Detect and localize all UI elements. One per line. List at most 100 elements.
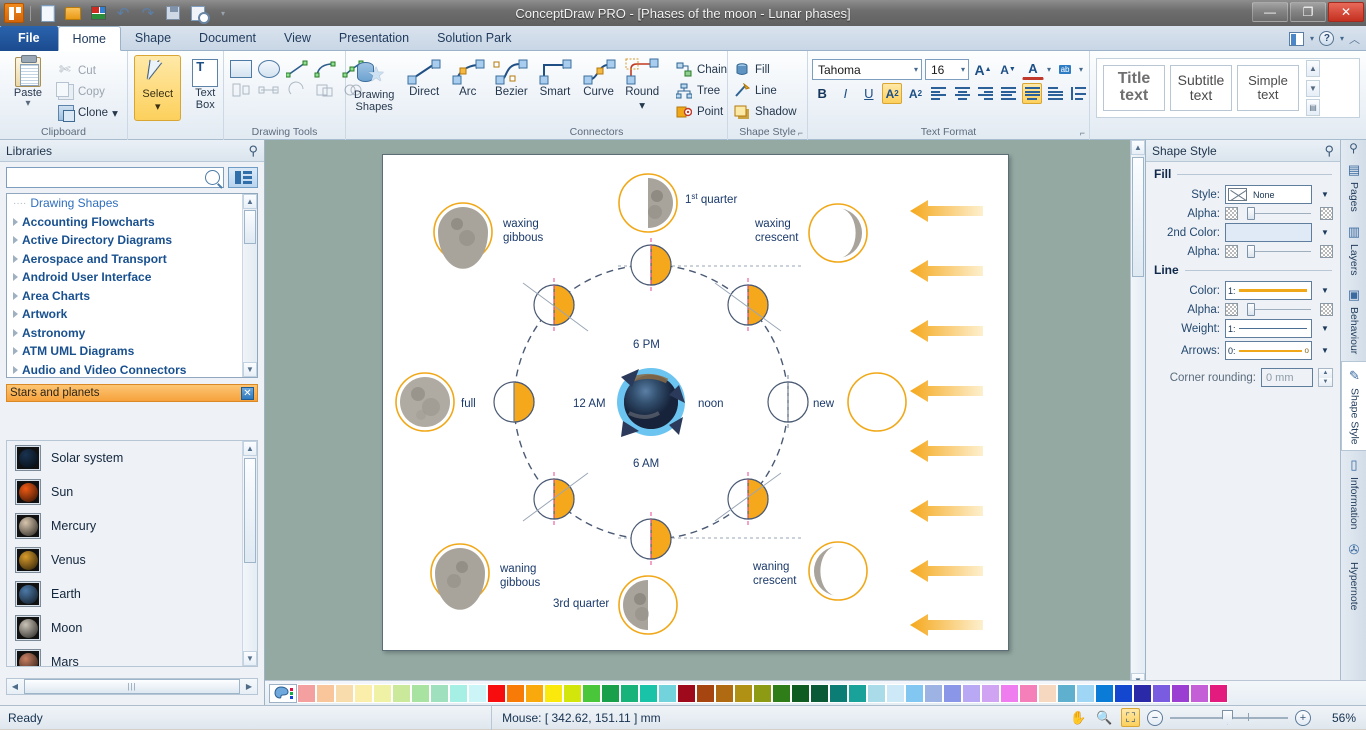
open-folder-icon[interactable]: [62, 3, 84, 23]
color-swatch[interactable]: [601, 684, 620, 703]
zoom-out-button[interactable]: −: [1147, 710, 1163, 726]
color-swatch[interactable]: [639, 684, 658, 703]
ribbon-tabs[interactable]: File Home Shape Document View Presentati…: [0, 26, 1366, 51]
library-tree-item[interactable]: Aerospace and Transport: [7, 250, 257, 269]
minimize-button[interactable]: —: [1252, 2, 1288, 22]
chevron-down-icon[interactable]: ▼: [1317, 281, 1333, 300]
style-simple-text[interactable]: Simple text: [1237, 65, 1299, 111]
close-icon[interactable]: ✕: [241, 387, 254, 400]
color-swatch[interactable]: [1209, 684, 1228, 703]
vertical-tab-layers[interactable]: ▥Layers: [1341, 218, 1366, 282]
connector-arc-button[interactable]: Arc: [446, 54, 490, 98]
vertical-tab-information[interactable]: ▯Information: [1341, 451, 1366, 536]
color-swatch[interactable]: [962, 684, 981, 703]
line-button[interactable]: Line: [734, 80, 807, 101]
color-swatch[interactable]: [924, 684, 943, 703]
scroll-up-icon[interactable]: ▲: [243, 194, 257, 209]
chevron-down-icon[interactable]: ▾: [961, 65, 965, 74]
style-subtitle-text[interactable]: Subtitle text: [1170, 65, 1232, 111]
styles-scroll[interactable]: ▲ ▼ ▤: [1306, 60, 1320, 116]
line-tool-icon[interactable]: [286, 60, 308, 78]
color-swatch[interactable]: [658, 684, 677, 703]
chevron-down-icon[interactable]: ▾: [1310, 34, 1314, 43]
color-swatch[interactable]: [392, 684, 411, 703]
expand-arrow-icon[interactable]: [13, 218, 18, 226]
color-swatch[interactable]: [1190, 684, 1209, 703]
lunar-phases-diagram[interactable]: waxing gibbous 1st quarter waxing cresce…: [383, 155, 1010, 652]
color-swatch[interactable]: [905, 684, 924, 703]
search-input[interactable]: [10, 170, 205, 186]
library-tree-item[interactable]: Artwork: [7, 305, 257, 324]
scrollbar-thumb[interactable]: [1132, 157, 1144, 277]
subscript-button[interactable]: A2: [905, 83, 925, 104]
align-middle-button[interactable]: [1022, 83, 1042, 104]
scroll-right-icon[interactable]: ▶: [241, 679, 257, 694]
print-preview-icon[interactable]: [187, 3, 209, 23]
expand-arrow-icon[interactable]: [13, 273, 18, 281]
underline-button[interactable]: U: [859, 83, 879, 104]
select-tool-button[interactable]: Select ▾: [134, 55, 181, 121]
expand-arrow-icon[interactable]: [13, 236, 18, 244]
scrollbar-thumb[interactable]: [244, 210, 256, 244]
style-title-text[interactable]: Title text: [1103, 65, 1165, 111]
cut-button[interactable]: Cut: [56, 60, 118, 81]
connector-round-button[interactable]: Round ▾: [620, 54, 664, 112]
drawing-shapes-button[interactable]: ★ Drawing Shapes: [346, 54, 402, 113]
color-swatch[interactable]: [677, 684, 696, 703]
tab-file[interactable]: File: [0, 26, 58, 51]
color-swatch[interactable]: [487, 684, 506, 703]
search-icon[interactable]: [205, 170, 220, 185]
shape-style-dialog-launcher[interactable]: ⌐: [798, 128, 803, 138]
window-layout-icon[interactable]: [1289, 31, 1305, 47]
color-swatch[interactable]: [411, 684, 430, 703]
color-swatch[interactable]: [544, 684, 563, 703]
styles-scroll-down-icon[interactable]: ▼: [1306, 80, 1320, 97]
line-arrows-select[interactable]: 0: o: [1225, 341, 1312, 360]
customize-qat-icon[interactable]: ▾: [212, 3, 234, 23]
shape-list-hscrollbar[interactable]: ◀ ||| ▶: [6, 678, 258, 695]
color-swatch[interactable]: [563, 684, 582, 703]
color-swatch[interactable]: [981, 684, 1000, 703]
scroll-up-icon[interactable]: ▲: [1131, 140, 1145, 155]
shape-list-item[interactable]: Venus: [7, 543, 257, 577]
shape-list-item[interactable]: Solar system: [7, 441, 257, 475]
search-box[interactable]: [6, 167, 224, 188]
right-vertical-tabs[interactable]: ⚲ ▤Pages▥Layers▣Behaviour✎Shape Style▯In…: [1340, 140, 1366, 705]
shape-list-item[interactable]: Sun: [7, 475, 257, 509]
color-swatch[interactable]: [943, 684, 962, 703]
italic-button[interactable]: I: [835, 83, 855, 104]
highlight-button[interactable]: ab: [1054, 59, 1076, 80]
color-swatch[interactable]: [829, 684, 848, 703]
line-weight-select[interactable]: 1:: [1225, 319, 1312, 338]
color-swatch[interactable]: [1057, 684, 1076, 703]
pin-icon[interactable]: ⚲: [1341, 140, 1366, 156]
chevron-down-icon[interactable]: ▼: [1317, 185, 1333, 204]
tree-view-toggle[interactable]: [228, 167, 258, 188]
zoom-slider[interactable]: [1170, 717, 1288, 719]
vertical-tab-shape-style[interactable]: ✎Shape Style: [1341, 361, 1366, 452]
shapes-gallery-icon[interactable]: [87, 3, 109, 23]
tree-button[interactable]: Tree: [676, 80, 727, 101]
font-color-button[interactable]: A: [1022, 59, 1044, 80]
pin-icon[interactable]: ⚲: [1324, 143, 1334, 159]
line-color-select[interactable]: 1:: [1225, 281, 1312, 300]
align-center-button[interactable]: [952, 83, 972, 104]
expand-arrow-icon[interactable]: [13, 310, 18, 318]
color-swatch[interactable]: [1000, 684, 1019, 703]
color-swatch[interactable]: [715, 684, 734, 703]
zoom-region-icon[interactable]: 🔍: [1095, 708, 1114, 727]
color-swatch[interactable]: [1038, 684, 1057, 703]
shadow-button[interactable]: Shadow: [734, 101, 807, 122]
tab-solution-park[interactable]: Solution Park: [423, 26, 525, 51]
scroll-left-icon[interactable]: ◀: [7, 679, 23, 694]
rectangle-tool-icon[interactable]: [230, 60, 252, 78]
color-swatch[interactable]: [886, 684, 905, 703]
chevron-down-icon[interactable]: ▼: [1317, 341, 1333, 360]
shape-list-item[interactable]: Mercury: [7, 509, 257, 543]
color-swatch[interactable]: [1171, 684, 1190, 703]
save-icon[interactable]: [162, 3, 184, 23]
color-swatch[interactable]: [848, 684, 867, 703]
font-name-select[interactable]: Tahoma ▾: [812, 59, 922, 80]
vertical-tab-pages[interactable]: ▤Pages: [1341, 156, 1366, 218]
align-right-button[interactable]: [975, 83, 995, 104]
